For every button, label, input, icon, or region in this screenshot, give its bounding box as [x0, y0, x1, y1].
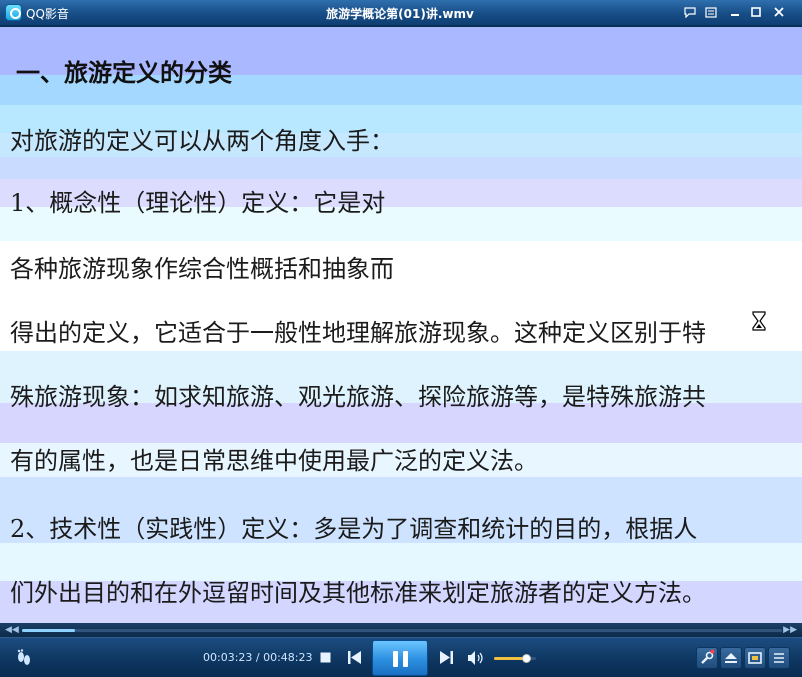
maximize-button[interactable] [747, 4, 765, 21]
slide-text-line: 1、概念性（理论性）定义：它是对 [10, 189, 386, 217]
pause-button[interactable] [372, 640, 428, 676]
seek-back-button[interactable]: ◀◀ [5, 625, 19, 635]
next-button[interactable] [440, 651, 453, 664]
playlist-button[interactable] [768, 647, 790, 669]
volume-slider-handle[interactable] [521, 654, 531, 663]
slide-heading: 一、旅游定义的分类 [16, 59, 232, 87]
slide-text-line: 各种旅游现象作综合性概括和抽象而 [10, 255, 394, 283]
volume-level [494, 657, 526, 660]
feedback-icon[interactable] [681, 4, 699, 21]
seek-forward-button[interactable]: ▶▶ [783, 625, 797, 635]
pause-icon [393, 651, 398, 667]
stop-button[interactable] [320, 652, 331, 663]
close-button[interactable] [770, 4, 788, 21]
playlist-icon [774, 653, 784, 663]
tools-icon [701, 649, 715, 664]
volume-icon[interactable] [468, 651, 484, 665]
screen-icon [748, 652, 762, 664]
eject-icon [725, 653, 737, 663]
tools-button[interactable] [696, 647, 718, 669]
video-display[interactable]: 一、旅游定义的分类 对旅游的定义可以从两个角度入手： 1、概念性（理论性）定义：… [0, 27, 802, 623]
time-display: 00:03:23 / 00:48:23 [203, 651, 313, 664]
window-title: 旅游学概论第(01)讲.wmv [326, 7, 474, 21]
control-bar: 00:03:23 / 00:48:23 [0, 637, 802, 677]
menu-icon[interactable] [702, 4, 720, 21]
screen-button[interactable] [744, 647, 766, 669]
slide-text-line: 有的属性，也是日常思维中使用最广泛的定义法。 [10, 447, 538, 475]
pause-icon-bar [403, 651, 408, 667]
seek-bar-row: ◀◀ ▶▶ [0, 623, 802, 637]
seek-bar[interactable] [22, 629, 782, 632]
slide-text-line: 殊旅游现象：如求知旅游、观光旅游、探险旅游等，是特殊旅游共 [10, 383, 706, 411]
qq-player-logo-icon[interactable] [5, 4, 22, 21]
minimize-button[interactable] [726, 4, 744, 21]
slide-text-line: 得出的定义，它适合于一般性地理解旅游现象。这种定义区别于特 [10, 319, 706, 347]
app-name: QQ影音 [26, 7, 69, 21]
seek-bar-played [22, 629, 76, 632]
title-bar: QQ影音 旅游学概论第(01)讲.wmv [0, 0, 802, 26]
slide-band [0, 157, 802, 179]
previous-button[interactable] [348, 651, 361, 664]
slide-text-line: 们外出目的和在外逗留时间及其他标准来划定旅游者的定义方法。 [10, 579, 706, 607]
eject-button[interactable] [720, 647, 742, 669]
footprint-icon[interactable] [16, 649, 32, 667]
slide-text-line: 2、技术性（实践性）定义：多是为了调查和统计的目的，根据人 [10, 515, 698, 543]
slide-text-line: 对旅游的定义可以从两个角度入手： [10, 127, 394, 155]
hourglass-cursor-icon [752, 311, 766, 331]
